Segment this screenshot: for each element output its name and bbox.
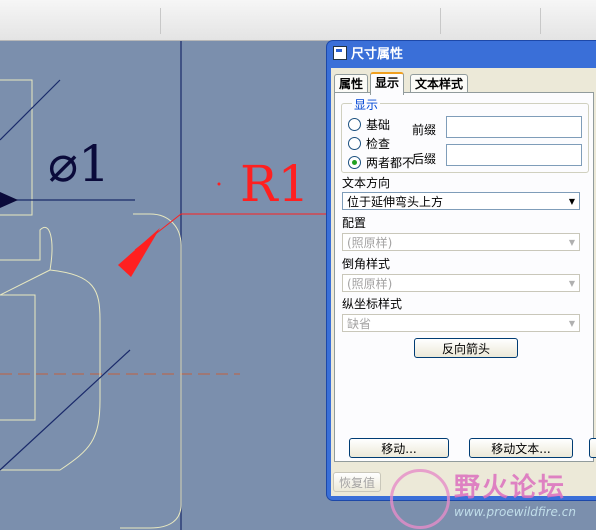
radius-origin-dot: [217, 182, 221, 186]
radio-neither-indicator[interactable]: [348, 156, 361, 169]
hatch-line: [0, 79, 61, 141]
flip-arrows-button[interactable]: 反向箭头: [414, 338, 518, 358]
text-direction-value: 位于延伸弯头上方: [347, 195, 444, 209]
ordinate-style-select: 缺省 ▼: [342, 314, 580, 332]
restore-values-button: 恢复值: [333, 472, 381, 492]
chamfer-style-label: 倒角样式: [342, 257, 391, 271]
text-direction-label: 文本方向: [342, 176, 391, 190]
watermark-name: 野火论坛: [454, 473, 567, 503]
radius-arrow: [118, 228, 160, 277]
display-group-legend: 显示: [352, 96, 381, 113]
display-group: 显示 基础 检查 两者都不 前缀 后缀: [341, 96, 589, 173]
radio-inspection[interactable]: 检查: [348, 135, 390, 152]
chamfer-style-select: (照原样) ▼: [342, 274, 580, 292]
next-button-partial[interactable]: [589, 438, 596, 458]
chevron-down-icon: ▼: [568, 319, 575, 328]
text-direction-select[interactable]: 位于延伸弯头上方 ▼: [342, 192, 580, 210]
dialog-body: 属性 显示 文本样式 显示 基础 检查 两者都不 前缀 后缀 文本方向 位于延伸…: [331, 68, 596, 496]
dimension-arrow: [0, 192, 18, 208]
hatch-line: [0, 349, 131, 471]
prefix-label: 前缀: [412, 123, 437, 137]
watermark-logo: [390, 469, 450, 529]
prefix-input[interactable]: [446, 116, 582, 138]
chamfer-style-value: (照原样): [347, 277, 393, 291]
suffix-input[interactable]: [446, 144, 582, 166]
display-tab-panel: 显示 基础 检查 两者都不 前缀 后缀 文本方向 位于延伸弯头上方 ▼ 配置 (…: [334, 92, 594, 462]
suffix-label: 后缀: [412, 152, 437, 166]
watermark-url: www.proewildfire.cn: [454, 505, 576, 519]
config-value: (照原样): [347, 236, 393, 250]
part-edge: [0, 227, 53, 296]
part-edge: [0, 294, 36, 421]
ordinate-style-label: 纵坐标样式: [342, 297, 403, 311]
radio-neither[interactable]: 两者都不: [348, 154, 414, 171]
site-watermark: 野火论坛 www.proewildfire.cn: [386, 465, 596, 530]
toolbar-separator: [160, 8, 161, 34]
toolbar-separator: [440, 8, 441, 34]
application-toolbar: [0, 0, 596, 41]
part-edge: [0, 269, 101, 471]
radio-inspection-label: 检查: [366, 137, 391, 151]
move-text-button[interactable]: 移动文本...: [469, 438, 573, 458]
dialog-title: 尺寸属性: [351, 47, 404, 62]
radio-basic[interactable]: 基础: [348, 116, 390, 133]
dimension-properties-dialog: 尺寸属性 属性 显示 文本样式 显示 基础 检查 两者都不 前缀 后缀 文本方向…: [327, 41, 596, 500]
radio-basic-label: 基础: [366, 118, 391, 132]
tab-properties[interactable]: 属性: [334, 74, 369, 93]
chevron-down-icon: ▼: [568, 279, 575, 288]
toolbar-separator: [540, 8, 541, 34]
ordinate-style-value: 缺省: [347, 317, 372, 331]
radio-neither-label: 两者都不: [366, 156, 415, 170]
radio-basic-indicator[interactable]: [348, 118, 361, 131]
chevron-down-icon: ▼: [568, 238, 575, 247]
tab-text-style[interactable]: 文本样式: [410, 74, 469, 93]
move-button[interactable]: 移动...: [349, 438, 449, 458]
config-select: (照原样) ▼: [342, 233, 580, 251]
radius-dimension-text[interactable]: R1: [240, 159, 309, 209]
dialog-title-bar[interactable]: 尺寸属性: [331, 45, 593, 65]
tab-display[interactable]: 显示: [370, 72, 405, 95]
chevron-down-icon[interactable]: ▼: [569, 193, 575, 211]
config-label: 配置: [342, 216, 367, 230]
diameter-dimension-text[interactable]: ⌀1: [48, 139, 110, 189]
radio-inspection-indicator[interactable]: [348, 137, 361, 150]
dialog-window-icon: [333, 46, 347, 60]
